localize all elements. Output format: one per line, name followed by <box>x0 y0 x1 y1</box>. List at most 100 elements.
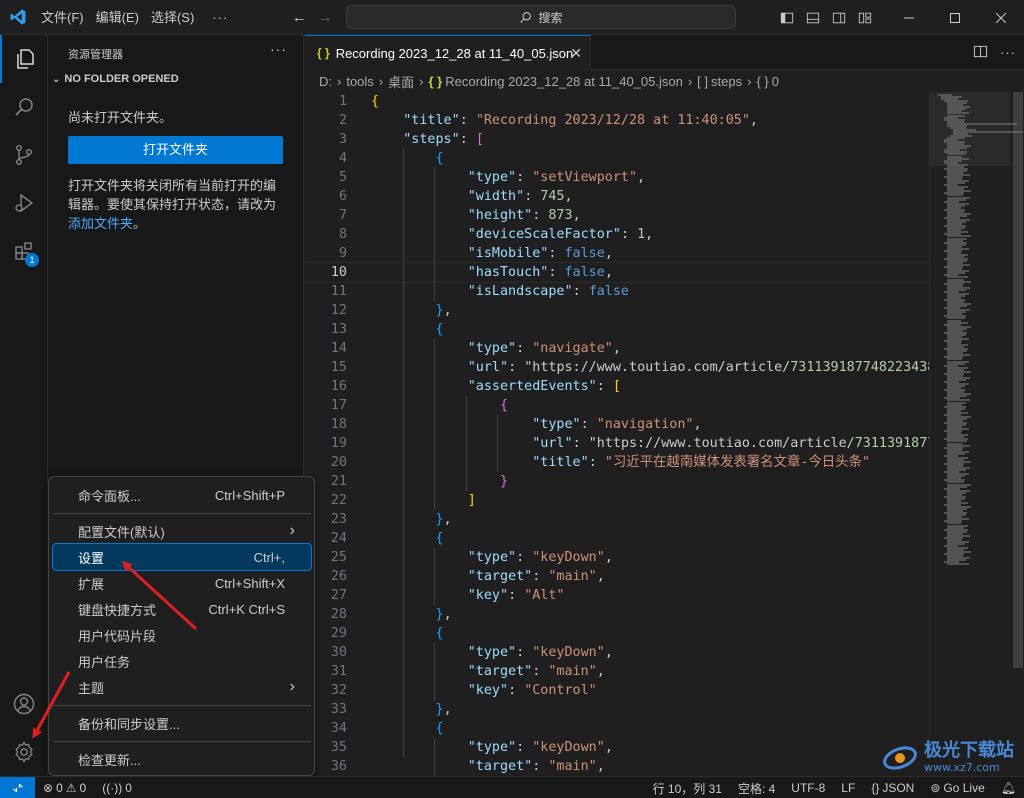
code-line[interactable]: 10 "hasTouch": false, <box>305 262 929 283</box>
no-folder-section-header[interactable]: ⌄ NO FOLDER OPENED <box>52 73 179 85</box>
back-arrow-icon[interactable]: ← <box>286 0 312 35</box>
maximize-icon[interactable] <box>932 0 978 35</box>
code-line[interactable]: 31 "target": "main", <box>305 662 929 681</box>
code-line[interactable]: 15 "url": "https://www.toutiao.com/artic… <box>305 358 929 377</box>
menu-item-user-snippets[interactable]: 用户代码片段 <box>53 622 311 648</box>
menu-file[interactable]: 文件(F) <box>35 0 90 35</box>
search-view-icon[interactable] <box>0 83 48 131</box>
line-source: { <box>435 721 444 736</box>
run-debug-icon[interactable] <box>0 179 48 227</box>
code-line[interactable]: 26 "target": "main", <box>305 567 929 586</box>
code-line[interactable]: 13 { <box>305 320 929 339</box>
menu-more[interactable]: ··· <box>200 0 240 35</box>
toggle-primary-sidebar-icon[interactable] <box>774 0 800 35</box>
code-line[interactable]: 1{ <box>305 92 929 111</box>
warning-count: 0 <box>79 780 87 795</box>
code-line[interactable]: 19 "url": "https://www.toutiao.com/artic… <box>305 434 929 453</box>
code-line[interactable]: 22 ] <box>305 491 929 510</box>
close-tab-icon[interactable]: ✕ <box>570 45 582 62</box>
editor-scrollbar[interactable] <box>1010 92 1024 776</box>
problems-status[interactable]: ⊗ 0 ⚠ 0 <box>35 781 94 795</box>
code-line[interactable]: 3 "steps": [ <box>305 130 929 149</box>
command-center-search[interactable]: 搜索 <box>346 5 736 29</box>
close-window-icon[interactable] <box>978 0 1024 35</box>
scrollbar-thumb[interactable] <box>1013 92 1023 668</box>
manage-gear-icon[interactable] <box>0 728 48 776</box>
code-line[interactable]: 23 }, <box>305 510 929 529</box>
encoding[interactable]: UTF-8 <box>783 781 833 795</box>
code-editor[interactable]: 1{2 "title": "Recording 2023/12/28 at 11… <box>305 92 929 776</box>
explorer-icon[interactable] <box>0 35 48 83</box>
menu-item-check-updates[interactable]: 检查更新... <box>53 746 311 772</box>
split-editor-icon[interactable] <box>973 44 988 62</box>
open-folder-description: 打开文件夹将关闭所有当前打开的编辑器。要使其保持打开状态，请改为添加文件夹。 <box>68 176 288 233</box>
code-line[interactable]: 24 { <box>305 529 929 548</box>
add-folder-link[interactable]: 添加文件夹 <box>68 216 133 231</box>
code-line[interactable]: 6 "width": 745, <box>305 187 929 206</box>
code-line[interactable]: 8 "deviceScaleFactor": 1, <box>305 225 929 244</box>
code-line[interactable]: 36 "target": "main", <box>305 757 929 776</box>
menu-item-command-palette[interactable]: 命令面板... Ctrl+Shift+P <box>53 482 311 508</box>
code-line[interactable]: 5 "type": "setViewport", <box>305 168 929 187</box>
menu-item-extensions[interactable]: 扩展 Ctrl+Shift+X <box>53 570 311 596</box>
minimize-icon[interactable] <box>886 0 932 35</box>
code-line[interactable]: 12 }, <box>305 301 929 320</box>
remote-indicator-icon[interactable] <box>0 776 35 798</box>
menu-item-user-tasks[interactable]: 用户任务 <box>53 648 311 674</box>
toggle-secondary-sidebar-icon[interactable] <box>826 0 852 35</box>
toggle-panel-icon[interactable] <box>800 0 826 35</box>
menu-item-keyboard-shortcuts[interactable]: 键盘快捷方式 Ctrl+K Ctrl+S <box>53 596 311 622</box>
code-line[interactable]: 14 "type": "navigate", <box>305 339 929 358</box>
menu-item-settings[interactable]: 设置 Ctrl+, <box>52 543 312 571</box>
go-live-button[interactable]: ⊚ Go Live <box>922 781 992 795</box>
indent-guide <box>434 643 436 700</box>
indentation[interactable]: 空格: 4 <box>730 780 783 797</box>
code-line[interactable]: 33 }, <box>305 700 929 719</box>
code-line[interactable]: 29 { <box>305 624 929 643</box>
code-line[interactable]: 35 "type": "keyDown", <box>305 738 929 757</box>
sidebar-more-actions[interactable]: ··· <box>270 41 287 57</box>
open-folder-button[interactable]: 打开文件夹 <box>68 136 283 164</box>
code-line[interactable]: 11 "isLandscape": false <box>305 282 929 301</box>
error-icon: ⊗ <box>43 780 54 795</box>
code-line[interactable]: 32 "key": "Control" <box>305 681 929 700</box>
code-line[interactable]: 28 }, <box>305 605 929 624</box>
cursor-position[interactable]: 行 10，列 31 <box>645 780 730 797</box>
code-line[interactable]: 21 } <box>305 472 929 491</box>
code-line[interactable]: 30 "type": "keyDown", <box>305 643 929 662</box>
forward-arrow-icon[interactable]: → <box>312 0 338 35</box>
ports-status[interactable]: ((·)) 0 <box>94 781 140 795</box>
language-mode[interactable]: {} JSON <box>863 781 922 795</box>
notifications-bell-icon[interactable]: 🔔︎ <box>993 781 1024 795</box>
menu-selection[interactable]: 选择(S) <box>145 0 200 35</box>
end-of-line[interactable]: LF <box>833 781 863 795</box>
breadcrumb-drive[interactable]: D: <box>319 74 332 89</box>
breadcrumb-tools[interactable]: tools <box>346 74 373 89</box>
breadcrumb-file[interactable]: Recording 2023_12_28 at 11_40_05.json <box>445 74 683 89</box>
menu-item-themes[interactable]: 主题 › <box>53 674 311 700</box>
code-line[interactable]: 27 "key": "Alt" <box>305 586 929 605</box>
code-line[interactable]: 7 "height": 873, <box>305 206 929 225</box>
extensions-icon[interactable]: 1 <box>0 227 48 275</box>
code-line[interactable]: 17 { <box>305 396 929 415</box>
code-line[interactable]: 9 "isMobile": false, <box>305 244 929 263</box>
breadcrumb-desktop[interactable]: 桌面 <box>388 72 414 91</box>
code-line[interactable]: 16 "assertedEvents": [ <box>305 377 929 396</box>
menu-item-profile[interactable]: 配置文件(默认) › <box>53 518 311 544</box>
code-line[interactable]: 18 "type": "navigation", <box>305 415 929 434</box>
source-control-icon[interactable] <box>0 131 48 179</box>
code-line[interactable]: 2 "title": "Recording 2023/12/28 at 11:4… <box>305 111 929 130</box>
menu-edit[interactable]: 编辑(E) <box>90 0 145 35</box>
code-line[interactable]: 20 "title": "习近平在越南媒体发表署名文章-今日头条" <box>305 453 929 472</box>
code-line[interactable]: 4 { <box>305 149 929 168</box>
code-line[interactable]: 34 { <box>305 719 929 738</box>
breadcrumb-steps[interactable]: steps <box>711 74 742 89</box>
customize-layout-icon[interactable] <box>852 0 878 35</box>
breadcrumb-index[interactable]: 0 <box>772 74 779 89</box>
account-icon[interactable] <box>0 680 48 728</box>
editor-tab[interactable]: { } Recording 2023_12_28 at 11_40_05.jso… <box>305 35 591 70</box>
menu-item-backup-sync[interactable]: 备份和同步设置... <box>53 710 311 736</box>
line-number: 9 <box>338 246 347 261</box>
more-actions-icon[interactable]: ··· <box>1000 45 1016 60</box>
code-line[interactable]: 25 "type": "keyDown", <box>305 548 929 567</box>
